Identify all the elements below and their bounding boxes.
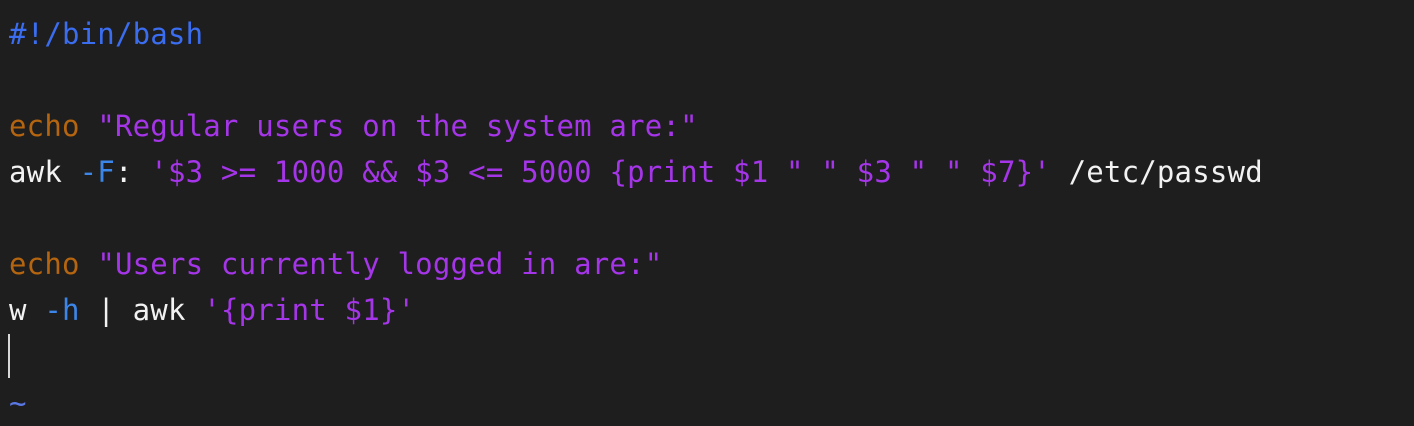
code-line-6[interactable]: echo "Users currently logged in are:" (9, 241, 662, 287)
code-line-1[interactable]: #!/bin/bash (9, 11, 203, 57)
code-token-shebang: #!/bin/bash (9, 17, 204, 51)
code-token-keyword: echo (9, 109, 80, 143)
code-token-plain: awk (9, 155, 80, 189)
code-line-3[interactable]: echo "Regular users on the system are:" (9, 103, 698, 149)
code-token-string: '$3 >= 1000 && $3 <= 5000 {print $1 " " … (150, 155, 1051, 189)
code-line-4[interactable]: awk -F: '$3 >= 1000 && $3 <= 5000 {print… (9, 149, 1263, 195)
code-token-plain: /etc/passwd (1050, 155, 1263, 189)
code-token-plain: | awk (79, 293, 204, 327)
code-token-string: "Regular users on the system are:" (97, 109, 698, 143)
empty-line-marker: ~ (9, 386, 27, 420)
code-line-7[interactable]: w -h | awk '{print $1}' (9, 287, 415, 333)
code-token-string: '{print $1}' (203, 293, 416, 327)
code-editor[interactable]: #!/bin/bash echo "Regular users on the s… (0, 0, 1414, 422)
text-cursor (8, 334, 10, 378)
code-token-flag: -F (79, 155, 115, 189)
code-token-plain: w (9, 293, 45, 327)
code-token-plain: : (114, 155, 151, 189)
code-token-flag: -h (44, 293, 80, 327)
code-token-keyword: echo (9, 247, 80, 281)
code-token-string: "Users currently logged in are:" (97, 247, 663, 281)
